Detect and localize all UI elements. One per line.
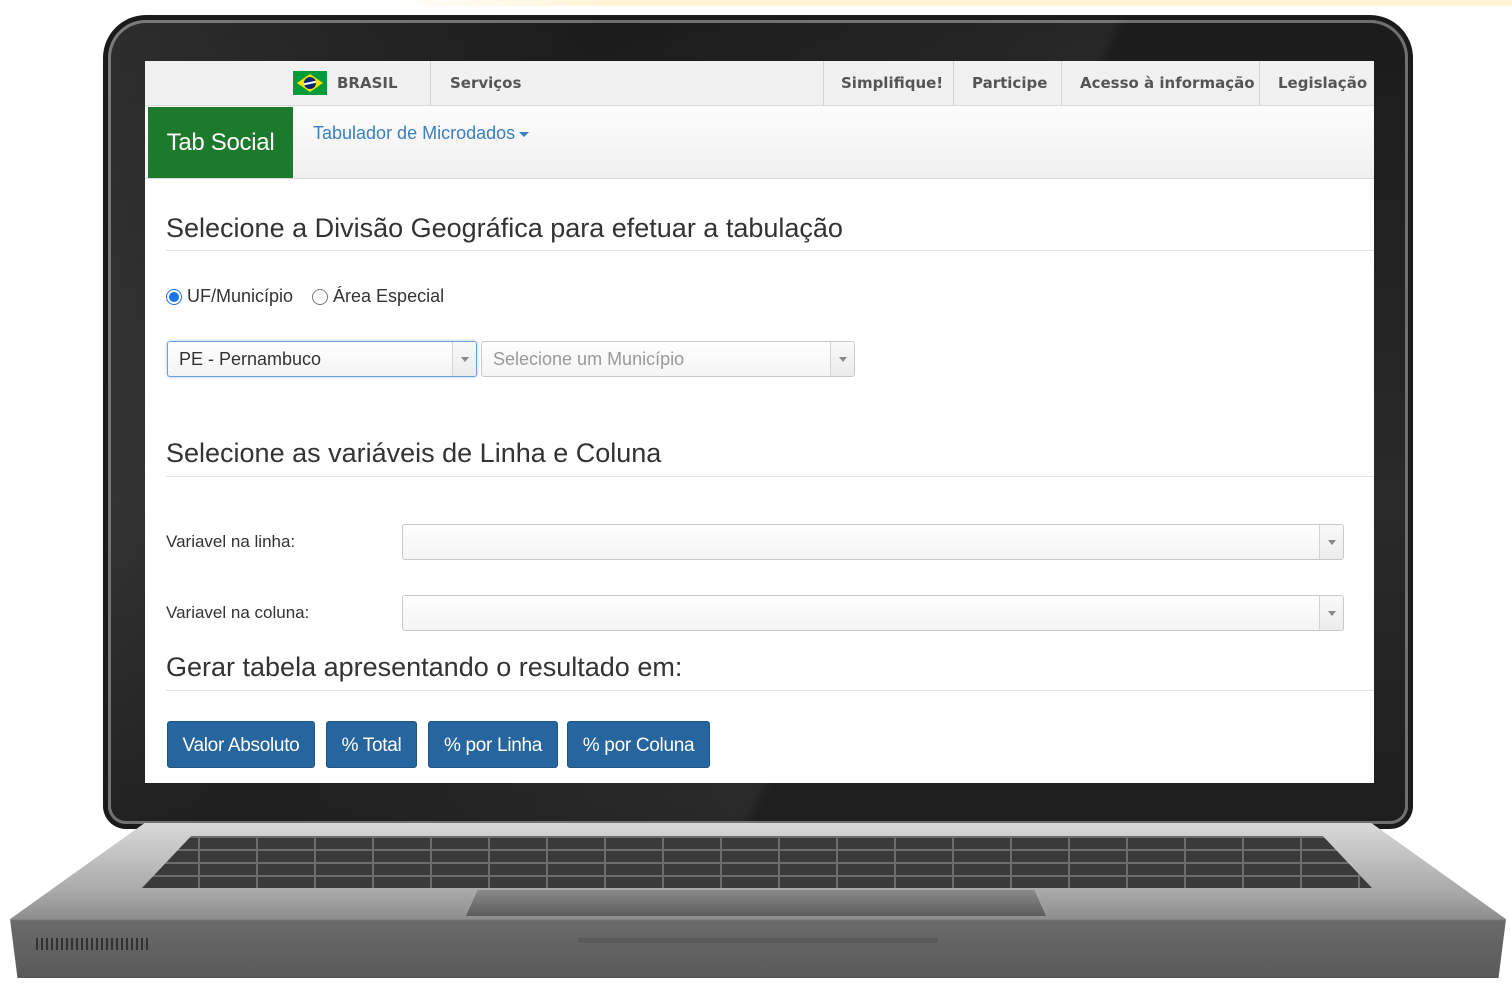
municipio-select-placeholder: Selecione um Município [493,349,685,369]
valor-absoluto-button[interactable]: Valor Absoluto [167,721,315,768]
top-tint-strip [380,0,1512,6]
column-variable-label: Variavel na coluna: [166,603,310,622]
percent-total-button[interactable]: % Total [326,721,417,768]
laptop-keyboard [142,836,1372,888]
divider [166,690,1374,691]
gov-bar: BRASIL Serviços Simplifique! Participe A… [145,61,1374,106]
laptop-vent [36,938,148,950]
tabulador-menu-dropdown[interactable]: Tabulador de Microdados [313,123,530,144]
gov-bar-brasil-link[interactable]: BRASIL [337,61,398,106]
tabulador-menu-label: Tabulador de Microdados [313,123,516,143]
chevron-down-icon [1319,525,1343,559]
app-brand[interactable]: Tab Social [148,107,293,178]
row-variable-label: Variavel na linha: [166,532,296,551]
divider [166,476,1374,477]
municipio-select[interactable]: Selecione um Município [481,341,855,377]
uf-select-value: PE - Pernambuco [179,349,322,369]
row-variable-select[interactable] [402,524,1344,560]
app-navbar: Tab Social Tabulador de Microdados [145,106,1374,179]
chevron-down-icon [830,342,854,376]
uf-select[interactable]: PE - Pernambuco [167,341,477,377]
radio-area-especial[interactable] [312,288,329,305]
chevron-down-icon [1319,596,1343,630]
radio-uf-municipio-label[interactable]: UF/Município [187,286,293,307]
gov-bar-acesso-informacao-link[interactable]: Acesso à informação [1080,61,1255,106]
percent-por-linha-button[interactable]: % por Linha [428,721,558,768]
laptop-screen: BRASIL Serviços Simplifique! Participe A… [145,61,1374,783]
percent-por-coluna-button[interactable]: % por Coluna [567,721,710,768]
geo-section-title: Selecione a Divisão Geográfica para efet… [166,213,843,243]
gov-bar-legislacao-link[interactable]: Legislação [1278,61,1367,106]
laptop-trackpad [466,890,1046,916]
geo-type-radio-group: UF/Município Área Especial [166,286,444,307]
result-section-title: Gerar tabela apresentando o resultado em… [166,652,683,682]
vars-section-title: Selecione as variáveis de Linha e Coluna [166,438,662,468]
gov-bar-participe-link[interactable]: Participe [972,61,1047,106]
chevron-down-icon [452,342,476,376]
gov-bar-simplifique-link[interactable]: Simplifique! [841,61,943,106]
radio-uf-municipio[interactable] [166,288,182,305]
brazil-flag-icon [293,71,327,95]
gov-bar-services-link[interactable]: Serviços [450,61,521,106]
laptop-front-slot [578,938,938,943]
divider [166,250,1374,251]
caret-down-icon [519,131,530,137]
radio-area-especial-label[interactable]: Área Especial [333,286,444,307]
column-variable-select[interactable] [402,595,1344,631]
